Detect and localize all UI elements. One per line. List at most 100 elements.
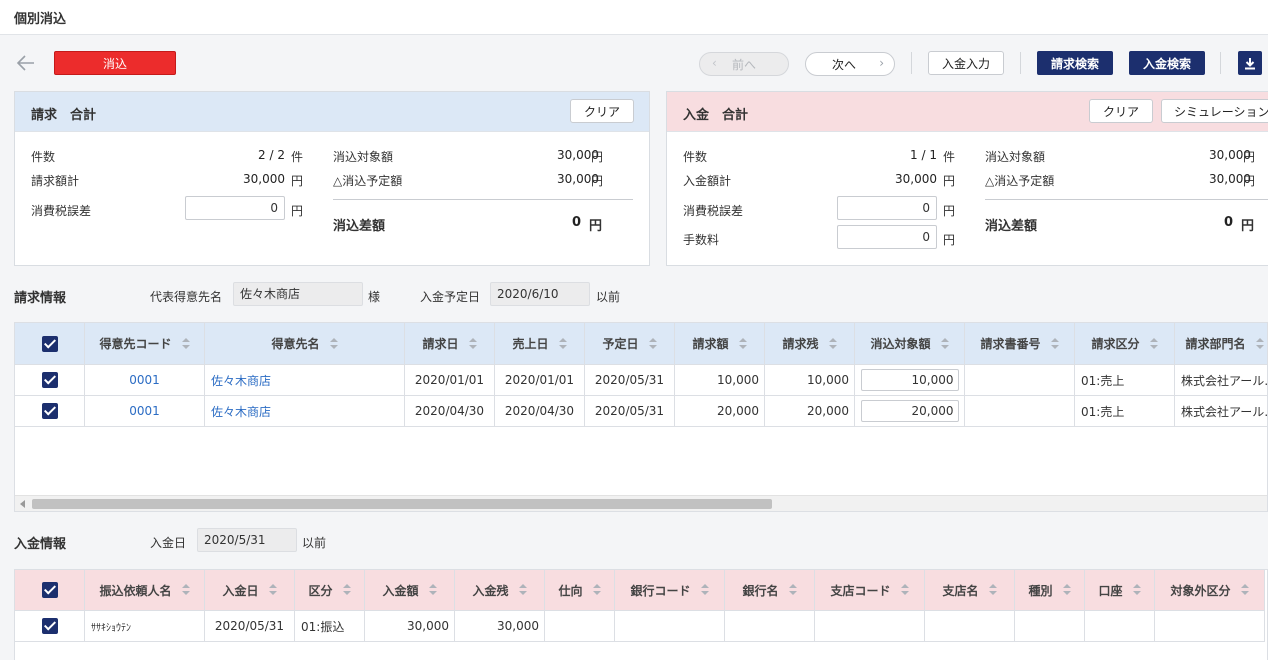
- customer-code-link[interactable]: 0001: [85, 396, 205, 426]
- col-header[interactable]: 請求日: [405, 323, 495, 364]
- prev-button[interactable]: ‹ 前へ: [699, 52, 789, 76]
- select-all-checkbox[interactable]: [15, 323, 85, 364]
- col-header[interactable]: 支店コード: [815, 570, 925, 610]
- col-label: 売上日: [512, 337, 549, 351]
- sort-icon: [828, 337, 837, 350]
- tax-input[interactable]: 0: [837, 196, 937, 220]
- cell: 2020/04/30: [405, 396, 495, 426]
- col-header[interactable]: 請求残: [765, 323, 855, 364]
- simulation-button[interactable]: シミュレーション: [1161, 99, 1268, 123]
- col-label: 請求部門名: [1185, 337, 1246, 351]
- customer-name-link[interactable]: 佐々木商店: [205, 396, 405, 426]
- col-header[interactable]: 入金日: [205, 570, 295, 610]
- scroll-left-icon[interactable]: [20, 500, 25, 508]
- next-label: 次へ: [831, 57, 856, 72]
- col-header[interactable]: 売上日: [495, 323, 585, 364]
- col-header[interactable]: 請求区分: [1075, 323, 1175, 364]
- col-header[interactable]: 予定日: [585, 323, 675, 364]
- col-header[interactable]: 請求書番号: [965, 323, 1075, 364]
- col-header[interactable]: 入金残: [455, 570, 545, 610]
- target-value: 30,000: [1209, 148, 1251, 162]
- horizontal-scrollbar[interactable]: [15, 495, 1267, 511]
- row-checkbox[interactable]: [15, 611, 85, 641]
- customer-code-link[interactable]: 0001: [85, 365, 205, 395]
- col-label: 区分: [308, 583, 333, 598]
- cell: 株式会社アール…: [1175, 396, 1267, 426]
- next-button[interactable]: 次へ ›: [805, 52, 895, 76]
- col-label: 銀行コード: [630, 583, 691, 598]
- before-label: 以前: [302, 536, 327, 550]
- col-header[interactable]: 口座: [1085, 570, 1155, 610]
- seikyu-info-title: 請求情報: [14, 291, 67, 306]
- table-row[interactable]: 0001 佐々木商店 2020/04/30 2020/04/30 2020/05…: [15, 396, 1267, 427]
- seikyu-total-title: 請求 合計: [31, 108, 97, 123]
- target-amount-input[interactable]: 20,000: [860, 400, 959, 422]
- col-header[interactable]: 銀行コード: [615, 570, 725, 610]
- col-header[interactable]: 請求部門名: [1175, 323, 1267, 364]
- col-header[interactable]: 区分: [295, 570, 365, 610]
- row-checkbox[interactable]: [15, 396, 85, 426]
- planned-label: △消込予定額: [985, 174, 1055, 188]
- seikyu-search-button[interactable]: 請求検索: [1037, 51, 1113, 75]
- toolbar-divider: [1020, 52, 1021, 74]
- cell: 01:振込: [295, 611, 365, 641]
- nyukin-header-row: 振込依頼人名 入金日 区分 入金額 入金残 仕向 銀行コード 銀行名 支店コード…: [15, 570, 1265, 611]
- date-value-field: 2020/6/10: [490, 282, 590, 306]
- yen-unit: 円: [1241, 219, 1255, 234]
- nyukin-clear-button[interactable]: クリア: [1089, 99, 1153, 123]
- col-header[interactable]: 請求額: [675, 323, 765, 364]
- col-header[interactable]: 振込依頼人名: [85, 570, 205, 610]
- col-header[interactable]: 入金額: [365, 570, 455, 610]
- target-amount-input[interactable]: 10,000: [860, 369, 959, 391]
- col-header[interactable]: 得意先コード: [85, 323, 205, 364]
- col-header[interactable]: 仕向: [545, 570, 615, 610]
- tax-label: 消費税誤差: [683, 204, 744, 218]
- sort-icon: [468, 337, 477, 350]
- col-label: 支店コード: [830, 583, 891, 598]
- fee-input[interactable]: 0: [837, 225, 937, 249]
- col-label: 請求残: [782, 337, 819, 351]
- divider: [333, 199, 633, 200]
- col-header[interactable]: 種別: [1015, 570, 1085, 610]
- row-checkbox[interactable]: [15, 365, 85, 395]
- col-header[interactable]: 得意先名: [205, 323, 405, 364]
- cell: 株式会社アール…: [1175, 365, 1267, 395]
- seikyu-clear-button[interactable]: クリア: [570, 99, 634, 123]
- col-header[interactable]: 消込対象額: [855, 323, 965, 364]
- table-row[interactable]: 0001 佐々木商店 2020/01/01 2020/01/01 2020/05…: [15, 365, 1267, 396]
- checkbox-checked-icon: [41, 372, 58, 388]
- toolbar-divider: [1220, 52, 1221, 74]
- fee-label: 手数料: [683, 233, 720, 247]
- tax-input[interactable]: 0: [185, 196, 285, 220]
- yen-unit: 円: [943, 174, 956, 188]
- col-label: 仕向: [558, 583, 583, 598]
- col-header[interactable]: 支店名: [925, 570, 1015, 610]
- back-arrow-icon[interactable]: [16, 54, 36, 72]
- amount-label: 請求額計: [31, 174, 80, 188]
- yen-unit: 円: [1243, 150, 1256, 164]
- cell: 2020/05/31: [585, 365, 675, 395]
- nyukin-total-title: 入金 合計: [683, 108, 749, 123]
- col-header[interactable]: 銀行名: [725, 570, 815, 610]
- sort-icon: [268, 584, 277, 596]
- cell: 2020/01/01: [495, 365, 585, 395]
- col-label: 消込対象額: [870, 337, 931, 351]
- nyukin-total-panel: 入金 合計 クリア シミュレーション 件数 1 / 1 件 入金額計 30,00…: [666, 91, 1268, 266]
- customer-name-link[interactable]: 佐々木商店: [205, 365, 405, 395]
- nyukin-table: 振込依頼人名 入金日 区分 入金額 入金残 仕向 銀行コード 銀行名 支店コード…: [14, 569, 1268, 660]
- nyukin-search-button[interactable]: 入金検索: [1129, 51, 1205, 75]
- cell: 01:売上: [1075, 396, 1175, 426]
- cell: [615, 611, 725, 641]
- select-all-checkbox[interactable]: [15, 570, 85, 610]
- nyukin-input-button[interactable]: 入金入力: [928, 51, 1004, 75]
- scrollbar-thumb[interactable]: [32, 499, 772, 509]
- date-value-field: 2020/5/31: [197, 528, 297, 552]
- col-header[interactable]: 対象外区分: [1155, 570, 1265, 610]
- planned-value: 30,000: [557, 172, 599, 186]
- yen-unit: 円: [1243, 174, 1256, 188]
- before-label: 以前: [596, 290, 621, 304]
- download-button[interactable]: [1238, 51, 1262, 75]
- cell: 01:売上: [1075, 365, 1175, 395]
- keshikomi-button[interactable]: 消込: [54, 51, 176, 75]
- table-row[interactable]: ｻｻｷｼｮｳﾃﾝ 2020/05/31 01:振込 30,000 30,000: [15, 611, 1265, 642]
